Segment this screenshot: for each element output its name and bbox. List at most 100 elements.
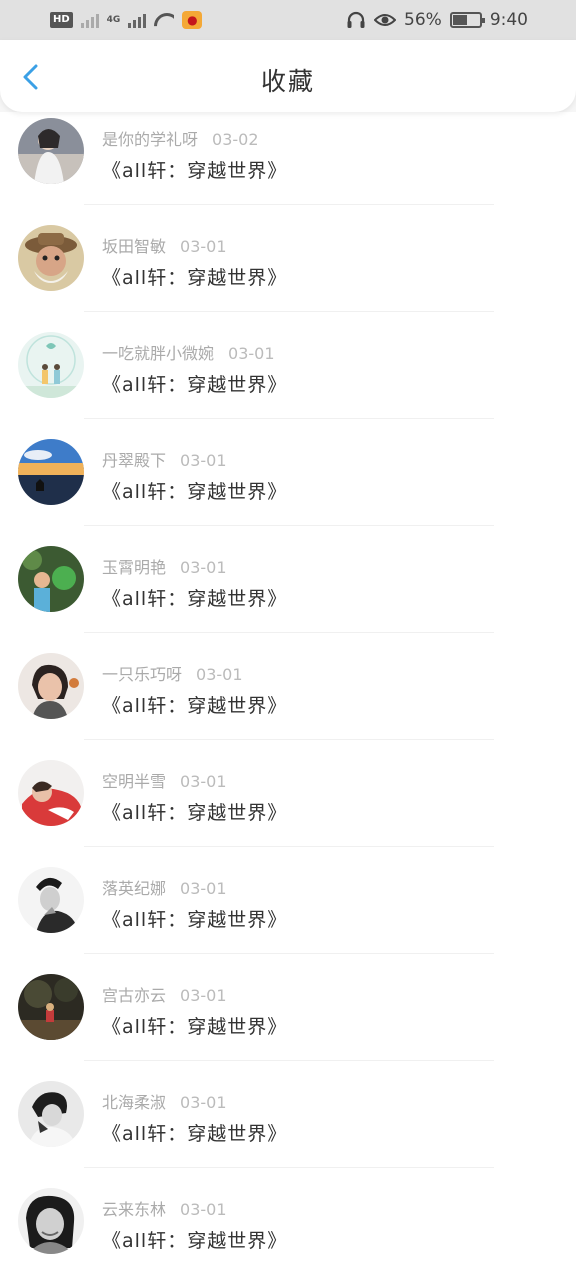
item-meta: 坂田智敏 03-01	[102, 233, 227, 257]
avatar[interactable]	[18, 332, 84, 398]
list-item[interactable]: 落英纪娜 03-01 《all轩：穿越世界》	[0, 861, 576, 968]
book-title[interactable]: 《all轩：穿越世界》	[102, 477, 287, 504]
avatar[interactable]	[18, 225, 84, 291]
signal-icon-2	[128, 12, 147, 28]
wifi-icon	[154, 13, 174, 27]
avatar-image	[18, 1081, 84, 1147]
avatar[interactable]	[18, 439, 84, 505]
item-date: 03-01	[180, 772, 227, 791]
avatar[interactable]	[18, 653, 84, 719]
item-meta: 一吃就胖小微婉 03-01	[102, 340, 275, 364]
item-date: 03-01	[180, 451, 227, 470]
username[interactable]: 云来东林	[102, 1200, 166, 1219]
book-title[interactable]: 《all轩：穿越世界》	[102, 156, 287, 183]
avatar-image	[18, 332, 84, 398]
item-meta: 丹翠殿下 03-01	[102, 447, 227, 471]
item-date: 03-01	[180, 1093, 227, 1112]
item-meta: 玉霄明艳 03-01	[102, 554, 227, 578]
item-date: 03-01	[180, 558, 227, 577]
clock: 9:40	[489, 10, 528, 30]
list-item[interactable]: 一吃就胖小微婉 03-01 《all轩：穿越世界》	[0, 326, 576, 433]
item-date: 03-01	[228, 344, 275, 363]
divider	[84, 846, 494, 847]
book-title[interactable]: 《all轩：穿越世界》	[102, 263, 287, 290]
divider	[84, 1167, 494, 1168]
username[interactable]: 一吃就胖小微婉	[102, 344, 214, 363]
list-item[interactable]: 是你的学礼呀 03-02 《all轩：穿越世界》	[0, 112, 576, 219]
item-date: 03-01	[180, 879, 227, 898]
avatar[interactable]	[18, 867, 84, 933]
divider	[84, 418, 494, 419]
list-item[interactable]: 一只乐巧呀 03-01 《all轩：穿越世界》	[0, 647, 576, 754]
item-meta: 北海柔淑 03-01	[102, 1089, 227, 1113]
book-title[interactable]: 《all轩：穿越世界》	[102, 1012, 287, 1039]
divider	[84, 311, 494, 312]
list-item[interactable]: 云来东林 03-01 《all轩：穿越世界》	[0, 1182, 576, 1280]
username[interactable]: 是你的学礼呀	[102, 130, 198, 149]
nav-header: 收藏	[0, 40, 576, 112]
status-bar-left: HD 4G ●	[50, 11, 203, 29]
avatar-image	[18, 546, 84, 612]
avatar-image	[18, 118, 84, 184]
divider	[84, 632, 494, 633]
username[interactable]: 玉霄明艳	[102, 558, 166, 577]
page-title: 收藏	[260, 67, 315, 96]
avatar[interactable]	[18, 1081, 84, 1147]
status-bar-right: 56% 9:40	[346, 10, 528, 30]
list-item[interactable]: 玉霄明艳 03-01 《all轩：穿越世界》	[0, 540, 576, 647]
item-meta: 是你的学礼呀 03-02	[102, 126, 259, 150]
list-item[interactable]: 坂田智敏 03-01 《all轩：穿越世界》	[0, 219, 576, 326]
avatar[interactable]	[18, 760, 84, 826]
divider	[84, 739, 494, 740]
book-title[interactable]: 《all轩：穿越世界》	[102, 905, 287, 932]
book-title[interactable]: 《all轩：穿越世界》	[102, 798, 287, 825]
divider	[84, 1060, 494, 1061]
battery-percent: 56%	[404, 10, 442, 30]
divider	[84, 525, 494, 526]
signal-icon-1	[80, 12, 99, 28]
item-date: 03-02	[212, 130, 259, 149]
item-meta: 云来东林 03-01	[102, 1196, 227, 1220]
list-item[interactable]: 空明半雪 03-01 《all轩：穿越世界》	[0, 754, 576, 861]
item-meta: 空明半雪 03-01	[102, 768, 227, 792]
avatar[interactable]	[18, 1188, 84, 1254]
username[interactable]: 丹翠殿下	[102, 451, 166, 470]
avatar-image	[18, 653, 84, 719]
item-meta: 一只乐巧呀 03-01	[102, 661, 243, 685]
item-date: 03-01	[180, 986, 227, 1005]
username[interactable]: 一只乐巧呀	[102, 665, 182, 684]
avatar-image	[18, 974, 84, 1040]
list-item[interactable]: 北海柔淑 03-01 《all轩：穿越世界》	[0, 1075, 576, 1182]
username[interactable]: 空明半雪	[102, 772, 166, 791]
avatar[interactable]	[18, 546, 84, 612]
item-meta: 落英纪娜 03-01	[102, 875, 227, 899]
divider	[84, 953, 494, 954]
list-item[interactable]: 丹翠殿下 03-01 《all轩：穿越世界》	[0, 433, 576, 540]
avatar[interactable]	[18, 974, 84, 1040]
username[interactable]: 坂田智敏	[102, 237, 166, 256]
list-item[interactable]: 宫古亦云 03-01 《all轩：穿越世界》	[0, 968, 576, 1075]
book-title[interactable]: 《all轩：穿越世界》	[102, 370, 287, 397]
book-title[interactable]: 《all轩：穿越世界》	[102, 1119, 287, 1146]
username[interactable]: 落英纪娜	[102, 879, 166, 898]
status-bar: HD 4G ● 56% 9:40	[0, 0, 576, 40]
book-title[interactable]: 《all轩：穿越世界》	[102, 584, 287, 611]
avatar-image	[18, 439, 84, 505]
battery-icon	[449, 12, 485, 28]
avatar[interactable]	[18, 118, 84, 184]
username[interactable]: 北海柔淑	[102, 1093, 166, 1112]
weibo-icon: ●	[182, 11, 203, 29]
eye-icon	[374, 14, 397, 26]
item-date: 03-01	[180, 237, 227, 256]
hd-icon: HD	[50, 12, 73, 28]
item-date: 03-01	[196, 665, 243, 684]
book-title[interactable]: 《all轩：穿越世界》	[102, 1226, 287, 1253]
avatar-image	[18, 867, 84, 933]
favorites-list: 是你的学礼呀 03-02 《all轩：穿越世界》 坂田智敏 03-01 《all轩：…	[0, 112, 576, 1280]
item-date: 03-01	[180, 1200, 227, 1219]
avatar-image	[18, 225, 84, 291]
username[interactable]: 宫古亦云	[102, 986, 166, 1005]
book-title[interactable]: 《all轩：穿越世界》	[102, 691, 287, 718]
divider	[84, 204, 494, 205]
network-type: 4G	[106, 14, 121, 25]
